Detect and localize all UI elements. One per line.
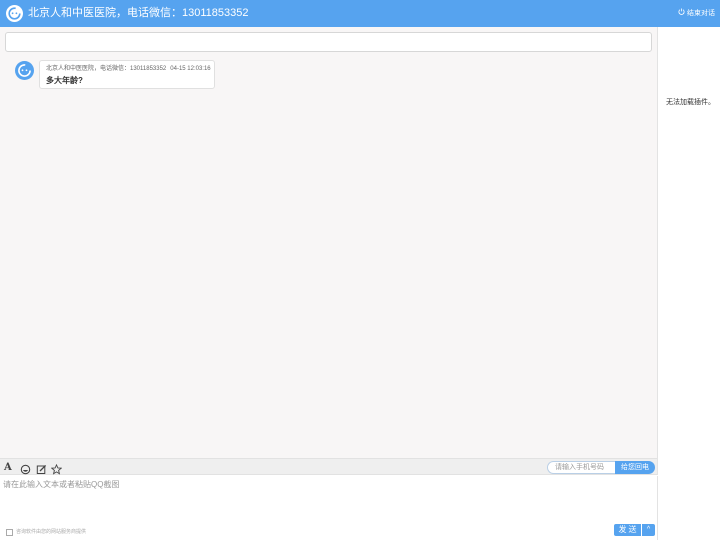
power-icon	[678, 8, 685, 19]
notice-bar	[5, 32, 652, 52]
composer-toolbar: A 给您回电	[0, 458, 658, 475]
font-icon[interactable]: A	[4, 462, 15, 473]
side-panel: 无法加载插件。	[658, 27, 720, 540]
phone-number-input[interactable]	[547, 461, 615, 474]
chat-logo-icon	[6, 5, 23, 22]
agent-avatar-icon	[15, 61, 34, 80]
message-sender: 北京人和中医医院，电话微信：13011853352	[46, 66, 167, 72]
send-button[interactable]: 发送	[614, 524, 641, 536]
composer-area: 咨询软件由您的网站服务商提供 发送 ^	[0, 476, 658, 540]
message-input[interactable]	[0, 476, 656, 520]
message-text: 多大年龄?	[46, 76, 83, 85]
footer-note-text: 咨询软件由您的网站服务商提供	[16, 529, 87, 535]
callback-button[interactable]: 给您回电	[615, 461, 655, 474]
edit-icon[interactable]	[36, 462, 47, 474]
message-meta: 北京人和中医医院，电话微信：13011853352 04-15 12:03:16	[46, 65, 211, 73]
send-options-chevron-up-icon[interactable]: ^	[642, 524, 655, 536]
footer-note: 咨询软件由您的网站服务商提供	[6, 529, 86, 536]
header-title: 北京人和中医医院，电话微信：13011853352	[28, 7, 249, 19]
emoji-icon[interactable]	[20, 462, 31, 475]
star-icon[interactable]	[50, 462, 63, 475]
provider-icon	[6, 529, 13, 536]
plugin-error-message: 无法加载插件。	[666, 99, 715, 106]
message-time: 04-15 12:03:16	[170, 66, 211, 72]
end-chat-label: 结束对话	[687, 10, 715, 17]
chat-area[interactable]: 北京人和中医医院，电话微信：13011853352 04-15 12:03:16 …	[0, 27, 658, 458]
end-chat-button[interactable]: 结束对话	[678, 8, 715, 19]
message-bubble: 北京人和中医医院，电话微信：13011853352 04-15 12:03:16 …	[39, 60, 215, 89]
app-header: 北京人和中医医院，电话微信：13011853352 结束对话	[0, 0, 720, 27]
